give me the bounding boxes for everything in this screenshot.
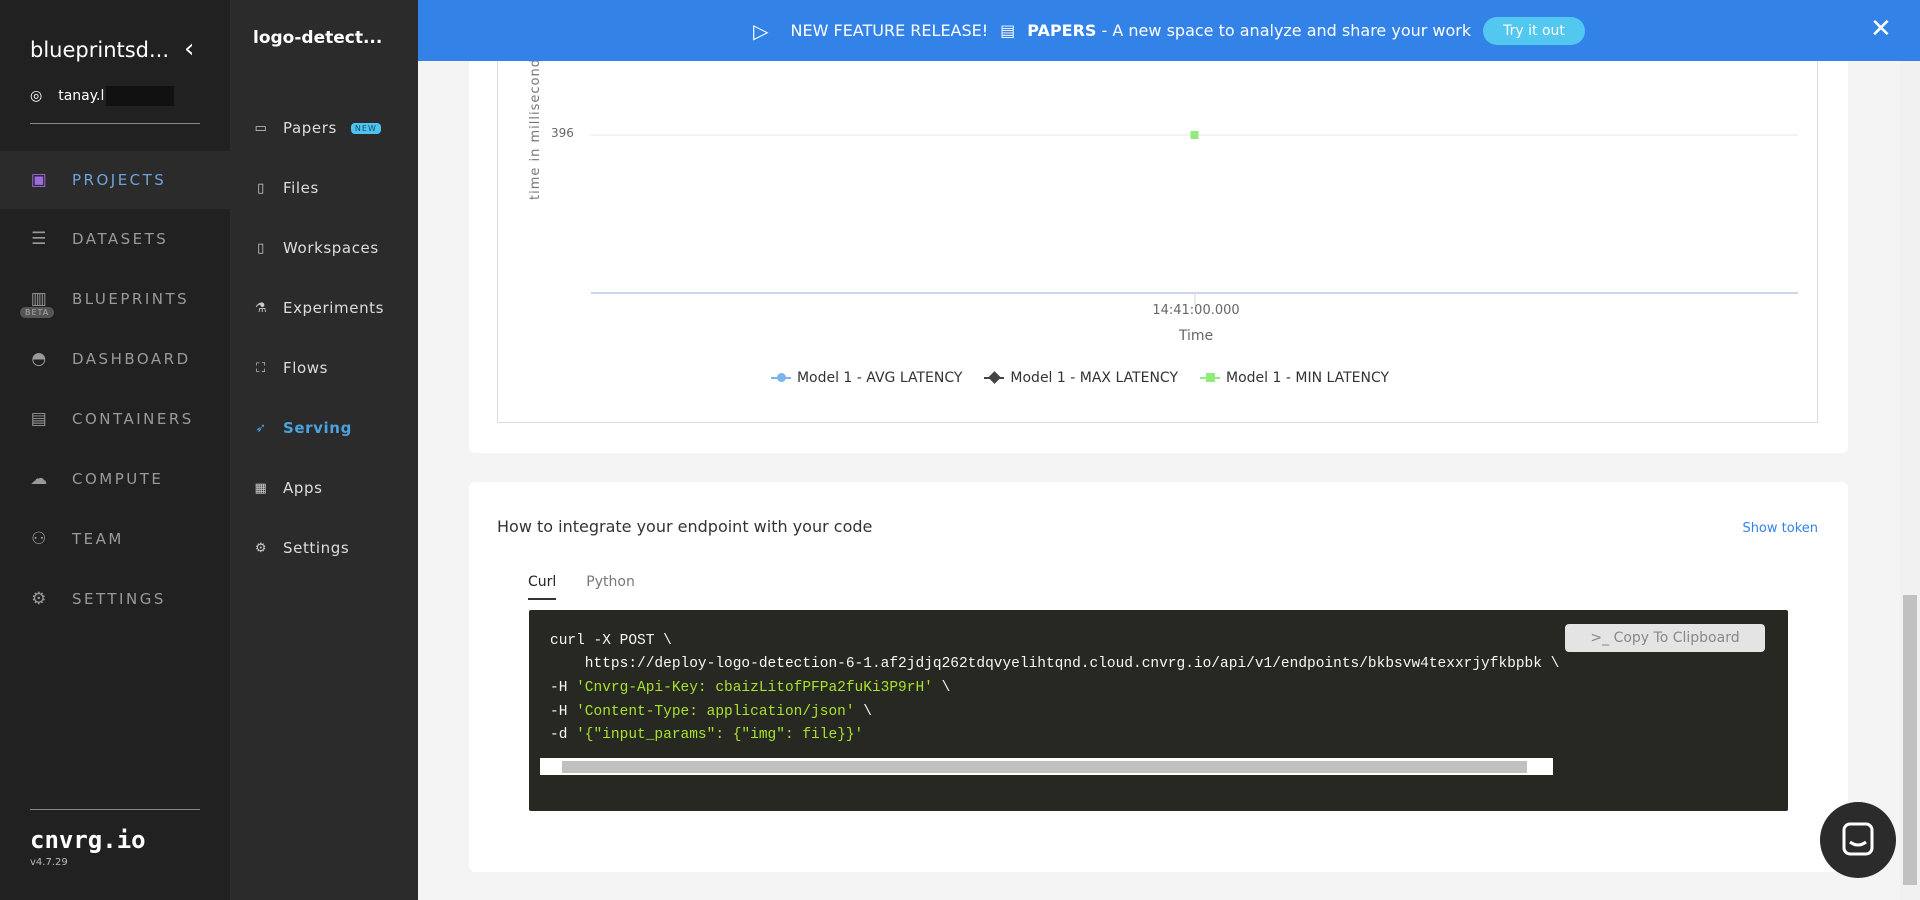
project-nav-serving[interactable]: ➶ Serving	[230, 408, 418, 448]
x-tick-label: 14:41:00.000	[1152, 303, 1240, 318]
legend-marker	[770, 373, 791, 382]
chat-icon	[1842, 822, 1874, 856]
redacted	[106, 86, 175, 106]
nav-projects[interactable]: ▣ PROJECTS	[0, 151, 230, 209]
nav-label: Workspaces	[283, 239, 379, 257]
project-title: logo-detect...	[253, 28, 383, 48]
nav-label: Papers	[283, 119, 337, 137]
banner-prefix: NEW FEATURE RELEASE!	[790, 21, 989, 40]
legend-item-avg[interactable]: Model 1 - AVG LATENCY	[770, 370, 963, 386]
nav-label: BLUEPRINTS	[72, 290, 190, 308]
chart-legend: Model 1 - AVG LATENCY Model 1 - MAX LATE…	[0, 370, 1920, 386]
page-scrollbar-thumb[interactable]	[1903, 595, 1917, 885]
data-point[interactable]	[1190, 131, 1199, 139]
project-nav-papers[interactable]: ▭ Papers NEW	[230, 108, 418, 148]
new-badge: NEW	[350, 122, 381, 134]
nav-blueprints[interactable]: ▥ BETA BLUEPRINTS	[0, 270, 230, 328]
banner-text: PAPERS - A new space to analyze and shar…	[1027, 21, 1472, 40]
code-line: -d '{"input_params": {"img": file}}'	[550, 727, 864, 743]
legend-marker	[1200, 373, 1221, 382]
nav-label: Files	[283, 179, 319, 197]
project-nav-settings[interactable]: ⚙ Settings	[230, 528, 418, 568]
nav-label: Apps	[283, 479, 323, 497]
legend-label: Model 1 - MIN LATENCY	[1226, 370, 1390, 386]
books-icon: ▥	[30, 289, 50, 309]
nav-label: Serving	[283, 419, 352, 437]
clipboard-icon: ▯	[257, 240, 265, 256]
cloud-icon: ☁	[30, 469, 50, 489]
gauge-icon: ◓	[31, 349, 49, 369]
grid-icon: ▦	[254, 480, 268, 496]
code-tabs: Curl Python	[528, 574, 635, 600]
feature-banner: ▷ NEW FEATURE RELEASE! ▤ PAPERS - A new …	[418, 0, 1920, 61]
legend-marker	[984, 371, 1005, 384]
try-it-out-button[interactable]: Try it out	[1483, 16, 1585, 45]
file-icon: ▯	[257, 180, 265, 196]
flask-icon: ⚗	[254, 300, 268, 316]
copy-to-clipboard-button[interactable]: >_ Copy To Clipboard	[1565, 624, 1765, 652]
nav-label: Settings	[283, 539, 350, 557]
brand-logo: cnvrg.io	[30, 826, 146, 854]
gears-icon: ⚙	[31, 589, 49, 609]
play-icon: ▷	[753, 18, 769, 43]
close-banner-icon[interactable]: ✕	[1870, 14, 1892, 44]
legend-item-min[interactable]: Model 1 - MIN LATENCY	[1200, 370, 1389, 386]
nav-containers[interactable]: ▤ CONTAINERS	[0, 390, 230, 448]
project-nav-apps[interactable]: ▦ Apps	[230, 468, 418, 508]
x-axis-title: Time	[1178, 328, 1214, 344]
chart-plot	[591, 131, 1798, 306]
integration-title: How to integrate your endpoint with your…	[497, 517, 873, 536]
papers-icon: ▭	[254, 120, 268, 136]
rocket-icon: ➶	[255, 420, 267, 436]
divider	[30, 809, 200, 810]
nav-datasets[interactable]: ☰ DATASETS	[0, 210, 230, 268]
beta-badge: BETA	[20, 307, 55, 318]
y-tick-label: 396	[551, 126, 574, 140]
code-line: -H 'Content-Type: application/json' \	[550, 704, 872, 720]
box-icon: ▤	[30, 409, 50, 429]
code-line: https://deploy-logo-detection-6-1.af2jdj…	[550, 656, 1560, 672]
gear-icon: ⚙	[254, 540, 268, 556]
nav-team[interactable]: ⚇ TEAM	[0, 510, 230, 568]
database-icon: ☰	[31, 229, 49, 249]
legend-item-max[interactable]: Model 1 - MAX LATENCY	[984, 370, 1178, 386]
nav-label: DASHBOARD	[72, 350, 191, 368]
show-token-link[interactable]: Show token	[1700, 521, 1818, 536]
legend-label: Model 1 - MAX LATENCY	[1010, 370, 1179, 386]
version: v4.7.29	[30, 857, 68, 868]
nav-label: DATASETS	[72, 230, 169, 248]
user-icon: ◎	[30, 88, 43, 104]
nav-compute[interactable]: ☁ COMPUTE	[0, 450, 230, 508]
nav-label: TEAM	[72, 530, 124, 548]
divider	[30, 123, 200, 124]
chat-button[interactable]	[1820, 802, 1896, 878]
nav-label: Experiments	[283, 299, 385, 317]
y-axis-title: time in milliseconds	[528, 50, 543, 200]
code-line: curl -X POST \	[550, 633, 672, 649]
org-name[interactable]: blueprintsd...	[30, 38, 169, 62]
code-line: -H 'Cnvrg-Api-Key: cbaizLitofPFPa2fuKi3P…	[550, 680, 951, 696]
projects-icon: ▣	[30, 170, 50, 190]
nav-label: PROJECTS	[72, 171, 167, 189]
tab-python[interactable]: Python	[586, 574, 635, 600]
collapse-sidebar-icon[interactable]: ‹	[184, 34, 194, 64]
users-icon: ⚇	[31, 529, 49, 549]
project-nav-experiments[interactable]: ⚗ Experiments	[230, 288, 418, 328]
project-nav-workspaces[interactable]: ▯ Workspaces	[230, 228, 418, 268]
user-menu[interactable]: ◎ tanay.l	[30, 86, 175, 106]
legend-label: Model 1 - AVG LATENCY	[796, 370, 963, 386]
papers-icon: ▤	[1000, 21, 1016, 40]
nav-label: CONTAINERS	[72, 410, 194, 428]
project-nav-files[interactable]: ▯ Files	[230, 168, 418, 208]
nav-settings[interactable]: ⚙ SETTINGS	[0, 570, 230, 628]
username: tanay.l	[58, 88, 105, 104]
nav-label: COMPUTE	[72, 470, 164, 488]
nav-label: SETTINGS	[72, 590, 166, 608]
scrollbar-thumb[interactable]	[562, 761, 1527, 773]
tab-curl[interactable]: Curl	[528, 574, 557, 600]
